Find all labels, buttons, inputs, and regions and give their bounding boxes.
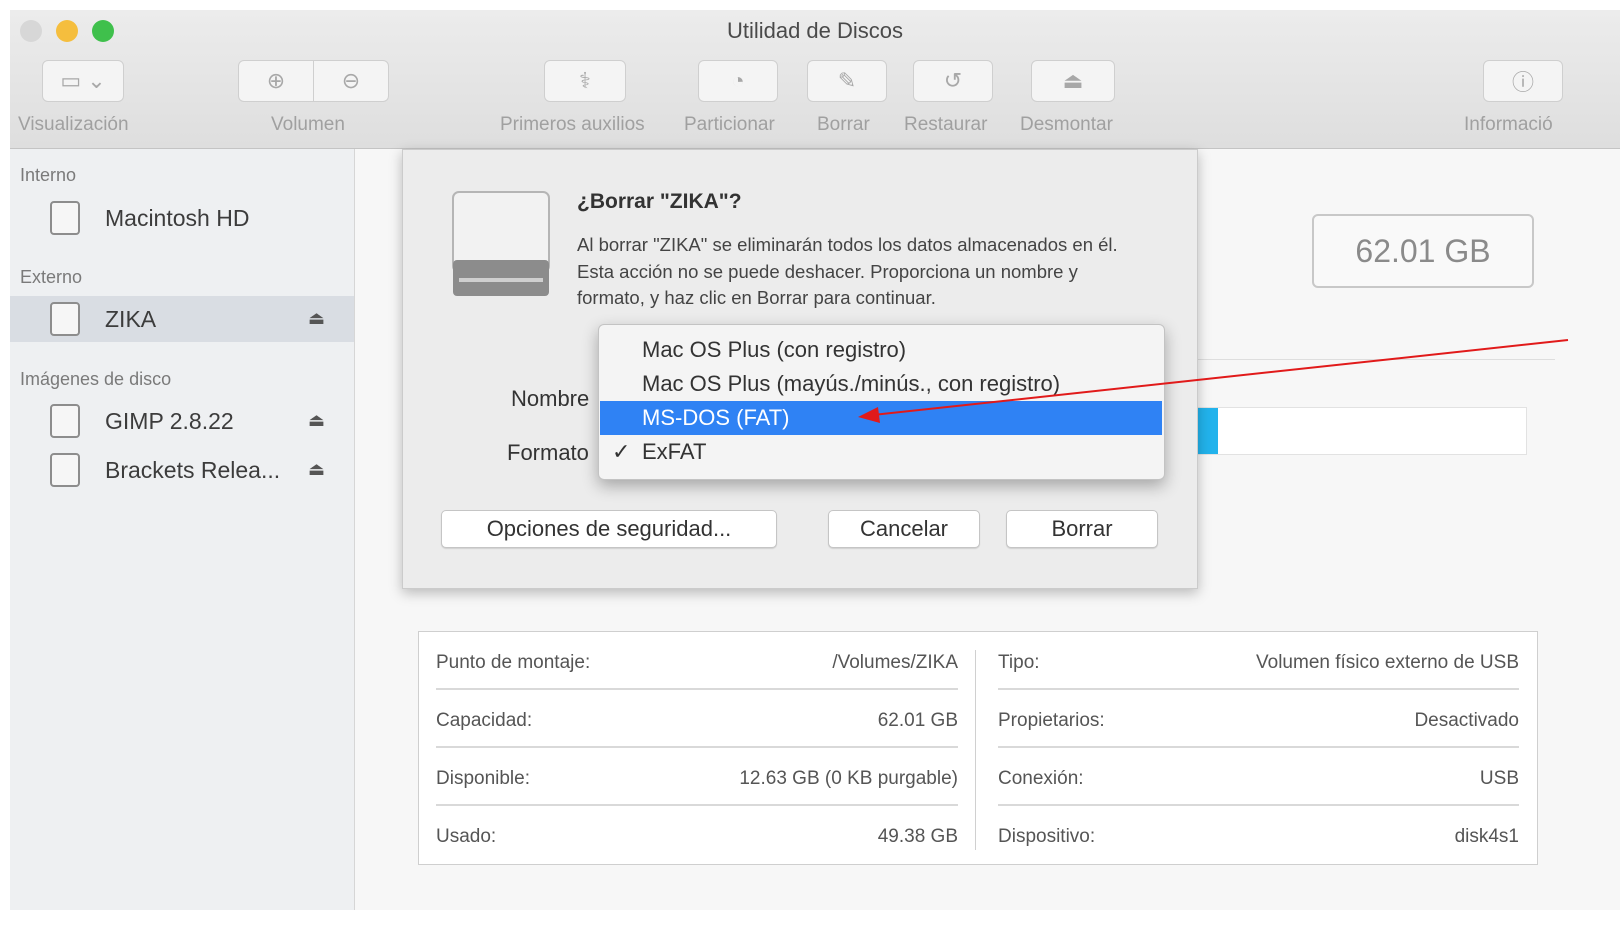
sidebar-section-disk-images: Imágenes de disco <box>20 369 172 389</box>
restore-button[interactable]: ↺ <box>913 60 993 102</box>
info-table: Punto de montaje: /Volumes/ZIKA Capacida… <box>418 631 1538 865</box>
erase-button[interactable]: ✎ <box>807 60 887 102</box>
toolbar-label-info: Informació <box>1464 114 1553 135</box>
first-aid-button[interactable]: ⚕ <box>544 60 626 102</box>
sidebar-item-label: Brackets Relea... <box>105 457 281 483</box>
info-key: Dispositivo: <box>998 826 1096 847</box>
security-options-button[interactable]: Opciones de seguridad... <box>441 510 777 548</box>
window-title: Utilidad de Discos <box>726 18 904 43</box>
add-volume-icon: ⊕ <box>266 68 286 93</box>
info-row-owners: Propietarios: Desactivado <box>998 690 1519 748</box>
menu-item-label: Mac OS Plus (con registro) <box>642 337 907 362</box>
toolbar-label-erase: Borrar <box>817 114 870 135</box>
info-value: Volumen físico externo de USB <box>1256 652 1519 673</box>
toolbar: Utilidad de Discos ▭ ⌄ ⊕ ⊖ ⚕ ◔ ✎ ↺ ⏏ ⓘ V… <box>10 10 1620 149</box>
dialog-message: Al borrar "ZIKA" se eliminarán todos los… <box>577 234 1118 308</box>
restore-icon: ↺ <box>943 68 963 93</box>
toolbar-label-partition: Particionar <box>684 114 775 135</box>
partition-icon: ◔ <box>731 68 745 93</box>
sidebar-item-zika[interactable]: ZIKA ⏏ <box>10 296 354 342</box>
info-value: 62.01 GB <box>877 710 958 731</box>
menu-item-label: ExFAT <box>642 439 707 464</box>
eject-icon[interactable]: ⏏ <box>308 410 325 431</box>
menu-item-label: Mac OS Plus (mayús./minús., con registro… <box>642 371 1061 396</box>
menu-item-mac-os-plus-case-sensitive[interactable]: Mac OS Plus (mayús./minús., con registro… <box>600 367 1162 401</box>
disk-image-icon <box>50 453 80 487</box>
toolbar-label-unmount: Desmontar <box>1020 114 1113 135</box>
dialog-title: ¿Borrar "ZIKA"? <box>577 190 742 213</box>
sidebar-item-label: ZIKA <box>105 306 157 332</box>
sidebar-item-label: Macintosh HD <box>105 205 250 231</box>
sidebar-item-gimp[interactable]: GIMP 2.8.22 ⏏ <box>10 398 354 444</box>
volume-remove-button[interactable]: ⊖ <box>313 60 389 102</box>
eject-icon[interactable]: ⏏ <box>308 308 325 329</box>
info-key: Conexión: <box>998 768 1084 789</box>
stethoscope-icon: ⚕ <box>579 68 591 93</box>
sidebar-toggle-icon: ▭ ⌄ <box>60 68 106 93</box>
checkmark-icon: ✓ <box>612 439 631 464</box>
internal-disk-icon <box>50 201 80 235</box>
info-value: disk4s1 <box>1454 826 1519 847</box>
erase-icon: ✎ <box>837 68 857 93</box>
info-row-mount-point: Punto de montaje: /Volumes/ZIKA <box>436 632 958 690</box>
info-key: Usado: <box>436 826 497 847</box>
info-value: Desactivado <box>1414 710 1519 731</box>
format-label: Formato <box>507 440 589 465</box>
toolbar-label-view: Visualización <box>18 114 129 135</box>
info-value: 49.38 GB <box>877 826 958 847</box>
info-key: Disponible: <box>436 768 530 789</box>
info-column-divider <box>975 650 976 850</box>
eject-icon[interactable]: ⏏ <box>308 459 325 480</box>
info-row-connection: Conexión: USB <box>998 748 1519 806</box>
info-key: Tipo: <box>998 652 1040 673</box>
divider <box>1155 359 1555 360</box>
toolbar-label-volume: Volumen <box>271 114 345 135</box>
toolbar-label-first-aid: Primeros auxilios <box>500 114 645 135</box>
info-row-type: Tipo: Volumen físico externo de USB <box>998 632 1519 690</box>
info-value: 12.63 GB (0 KB purgable) <box>739 768 958 789</box>
info-row-device: Dispositivo: disk4s1 <box>998 806 1519 864</box>
toolbar-label-restore: Restaurar <box>904 114 988 135</box>
menu-item-mac-os-plus-journaled[interactable]: Mac OS Plus (con registro) <box>600 333 1162 367</box>
usage-bar <box>1140 407 1527 455</box>
info-icon: ⓘ <box>1511 70 1534 95</box>
cancel-button[interactable]: Cancelar <box>828 510 980 548</box>
sidebar: Interno Macintosh HD Externo ZIKA ⏏ Imág… <box>10 149 355 910</box>
info-key: Capacidad: <box>436 710 533 731</box>
info-value: /Volumes/ZIKA <box>832 652 958 673</box>
menu-item-ms-dos-fat[interactable]: MS-DOS (FAT) <box>600 401 1162 435</box>
sidebar-item-label: GIMP 2.8.22 <box>105 408 234 434</box>
capacity-badge: 62.01 GB <box>1312 214 1534 288</box>
info-value: USB <box>1479 768 1519 789</box>
info-row-available: Disponible: 12.63 GB (0 KB purgable) <box>436 748 958 806</box>
info-key: Punto de montaje: <box>436 652 591 673</box>
info-row-capacity: Capacidad: 62.01 GB <box>436 690 958 748</box>
sidebar-section-external: Externo <box>20 267 83 287</box>
remove-volume-icon: ⊖ <box>341 68 361 93</box>
external-drive-icon <box>452 191 550 296</box>
sidebar-item-brackets[interactable]: Brackets Relea... ⏏ <box>10 447 354 493</box>
sidebar-section-internal: Interno <box>20 165 77 185</box>
external-disk-icon <box>50 302 80 336</box>
info-key: Propietarios: <box>998 710 1105 731</box>
unmount-icon: ⏏ <box>1062 68 1084 93</box>
name-label: Nombre <box>511 386 590 411</box>
partition-button[interactable]: ◔ <box>698 60 778 102</box>
menu-item-exfat[interactable]: ✓ ExFAT <box>600 435 1162 469</box>
format-dropdown-menu: Mac OS Plus (con registro) Mac OS Plus (… <box>598 324 1165 480</box>
volume-add-button[interactable]: ⊕ <box>238 60 314 102</box>
menu-item-label: MS-DOS (FAT) <box>642 405 790 430</box>
sidebar-item-macintosh-hd[interactable]: Macintosh HD <box>10 195 354 241</box>
erase-confirm-button[interactable]: Borrar <box>1006 510 1158 548</box>
info-button[interactable]: ⓘ <box>1483 60 1563 102</box>
disk-image-icon <box>50 404 80 438</box>
view-button[interactable]: ▭ ⌄ <box>42 60 124 102</box>
unmount-button[interactable]: ⏏ <box>1031 60 1115 102</box>
info-row-used: Usado: 49.38 GB <box>436 806 958 864</box>
